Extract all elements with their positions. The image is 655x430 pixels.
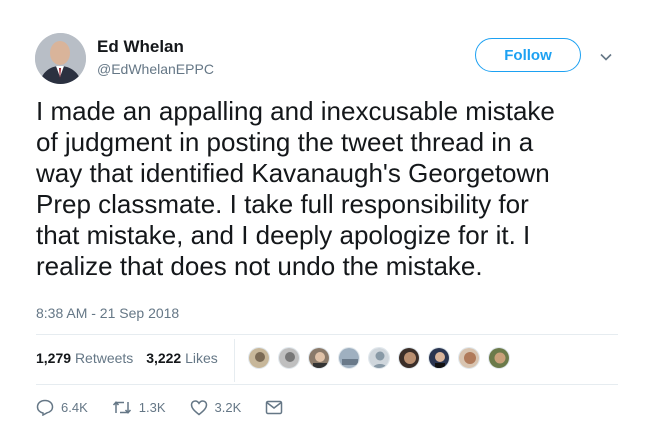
user-name[interactable]: Ed Whelan bbox=[97, 37, 184, 57]
tweet-actions: 6.4K 1.3K 3.2K bbox=[36, 399, 314, 416]
tweet-line: Prep classmate. I take full responsibili… bbox=[36, 189, 529, 219]
likers-avatars bbox=[248, 347, 518, 369]
retweets-label: Retweets bbox=[74, 350, 134, 366]
envelope-icon bbox=[266, 400, 283, 415]
tweet-timestamp[interactable]: 8:38 AM - 21 Sep 2018 bbox=[36, 305, 179, 321]
tweet-text: I made an appalling and inexcusable mist… bbox=[36, 96, 636, 282]
tweet-line: of judgment in posting the tweet thread … bbox=[36, 127, 534, 157]
retweet-button[interactable]: 1.3K bbox=[112, 399, 166, 416]
direct-message-button[interactable] bbox=[265, 400, 290, 415]
stats-separator bbox=[234, 339, 235, 382]
liker-avatar[interactable] bbox=[338, 347, 360, 369]
retweet-icon bbox=[112, 401, 131, 414]
follow-button[interactable]: Follow bbox=[475, 38, 581, 72]
retweets-count: 1,279 bbox=[36, 350, 72, 366]
tweet-line: realize that does not undo the mistake. bbox=[36, 251, 483, 281]
retweets-stat[interactable]: 1,279 Retweets bbox=[36, 350, 137, 366]
liker-avatar[interactable] bbox=[458, 347, 480, 369]
like-button[interactable]: 3.2K bbox=[190, 399, 242, 416]
liker-avatar[interactable] bbox=[368, 347, 390, 369]
heart-icon bbox=[190, 400, 207, 416]
user-handle[interactable]: @EdWhelanEPPC bbox=[97, 61, 214, 77]
liker-avatar[interactable] bbox=[278, 347, 300, 369]
retweet-count: 1.3K bbox=[138, 400, 166, 415]
reply-button[interactable]: 6.4K bbox=[36, 399, 88, 416]
tweet-line: way that identified Kavanaugh's Georgeto… bbox=[36, 158, 550, 188]
likes-label: Likes bbox=[185, 350, 218, 366]
divider bbox=[36, 334, 618, 335]
divider bbox=[36, 384, 618, 385]
likes-count: 3,222 bbox=[146, 350, 182, 366]
liker-avatar[interactable] bbox=[488, 347, 510, 369]
liker-avatar[interactable] bbox=[308, 347, 330, 369]
avatar[interactable] bbox=[35, 33, 86, 84]
chevron-down-icon[interactable] bbox=[599, 50, 613, 64]
tweet-stats: 1,279 Retweets 3,222 Likes bbox=[36, 350, 227, 366]
liker-avatar[interactable] bbox=[428, 347, 450, 369]
tweet-line: that mistake, and I deeply apologize for… bbox=[36, 220, 531, 250]
liker-avatar[interactable] bbox=[398, 347, 420, 369]
likes-stat[interactable]: 3,222 Likes bbox=[146, 350, 218, 366]
reply-count: 6.4K bbox=[61, 400, 88, 415]
like-count: 3.2K bbox=[214, 400, 242, 415]
liker-avatar[interactable] bbox=[248, 347, 270, 369]
tweet-line: I made an appalling and inexcusable mist… bbox=[36, 96, 555, 126]
reply-icon bbox=[36, 399, 54, 416]
